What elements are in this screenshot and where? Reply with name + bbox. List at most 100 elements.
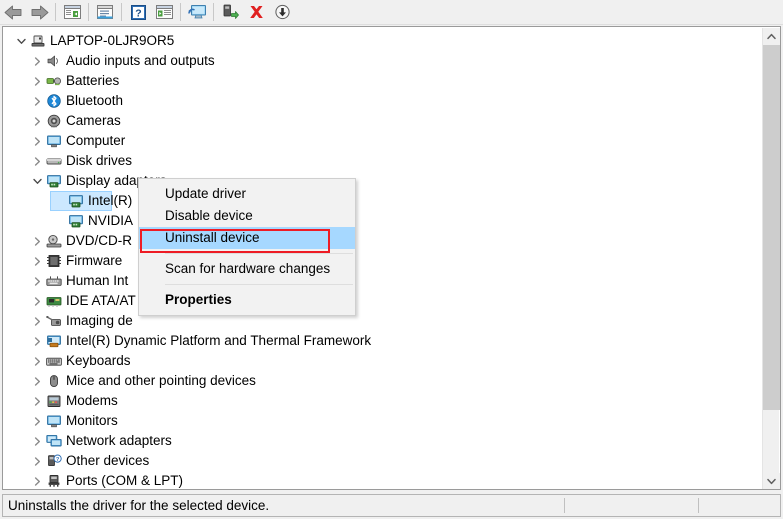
tree-item-root[interactable]: LAPTOP-0LJR9OR5 bbox=[3, 31, 760, 51]
chevron-right-icon[interactable] bbox=[29, 73, 45, 89]
tree-item-ports-com-lpt[interactable]: Ports (COM & LPT) bbox=[3, 471, 760, 489]
back-button[interactable] bbox=[0, 1, 26, 23]
tree-item-label: Ports (COM & LPT) bbox=[66, 473, 184, 488]
arrow-left-icon bbox=[4, 5, 21, 19]
computer-root-icon bbox=[29, 33, 47, 49]
console-tree-icon bbox=[63, 4, 81, 19]
tree-item-label: Bluetooth bbox=[66, 93, 124, 108]
disk-drive-icon bbox=[45, 153, 63, 169]
chevron-right-icon[interactable] bbox=[29, 353, 45, 369]
display-adapter-icon bbox=[67, 193, 85, 209]
tree-item-imaging-de[interactable]: Imaging de bbox=[3, 311, 760, 331]
context-menu[interactable]: Update driver Disable device Uninstall dev… bbox=[138, 178, 356, 316]
toolbar-separator bbox=[180, 3, 181, 21]
chevron-down-icon[interactable] bbox=[13, 33, 29, 49]
chevron-right-icon[interactable] bbox=[29, 413, 45, 429]
tree-item-label: Firmware bbox=[66, 253, 123, 268]
menu-item-disable-device[interactable]: Disable device bbox=[139, 205, 355, 227]
tree-item-ide-ata-at[interactable]: IDE ATA/AT bbox=[3, 291, 760, 311]
toolbar-separator bbox=[121, 3, 122, 21]
chevron-right-icon[interactable] bbox=[29, 293, 45, 309]
uninstall-device-button[interactable] bbox=[243, 1, 269, 23]
tree-item-dvd-cd-r[interactable]: DVD/CD-R bbox=[3, 231, 760, 251]
tree-item-intel-r[interactable]: Intel(R) bbox=[3, 191, 760, 211]
tree-item-network-adapters[interactable]: Network adapters bbox=[3, 431, 760, 451]
status-bar-pane-3 bbox=[698, 498, 780, 513]
tree-item-display-adapters[interactable]: Display adapters bbox=[3, 171, 760, 191]
keyboard-hid-icon bbox=[45, 273, 63, 289]
uninstall-red-x-icon bbox=[249, 6, 263, 18]
tree-item-audio-inputs-and-outputs[interactable]: Audio inputs and outputs bbox=[3, 51, 760, 71]
tree-item-monitors[interactable]: Monitors bbox=[3, 411, 760, 431]
firmware-chip-icon bbox=[45, 253, 63, 269]
ide-controller-icon bbox=[45, 293, 63, 309]
tree-item-other-devices[interactable]: ? Other devices bbox=[3, 451, 760, 471]
tree-item-modems[interactable]: Modems bbox=[3, 391, 760, 411]
vertical-scrollbar[interactable] bbox=[762, 28, 780, 489]
chevron-right-icon[interactable] bbox=[29, 373, 45, 389]
tree-item-nvidia[interactable]: NVIDIA bbox=[3, 211, 760, 231]
tree-item-cameras[interactable]: Cameras bbox=[3, 111, 760, 131]
battery-icon bbox=[45, 73, 63, 89]
enable-device-button[interactable] bbox=[217, 1, 243, 23]
scan-for-hardware-changes-button[interactable] bbox=[151, 1, 177, 23]
svg-text:?: ? bbox=[56, 457, 60, 463]
tree-item-firmware[interactable]: Firmware bbox=[3, 251, 760, 271]
tree-item-batteries[interactable]: Batteries bbox=[3, 71, 760, 91]
chevron-right-icon[interactable] bbox=[29, 253, 45, 269]
chevron-right-icon[interactable] bbox=[29, 473, 45, 489]
tree-item-keyboards[interactable]: Keyboards bbox=[3, 351, 760, 371]
bluetooth-icon bbox=[45, 93, 63, 109]
scroll-down-button[interactable] bbox=[763, 473, 780, 489]
chevron-down-icon[interactable] bbox=[29, 173, 45, 189]
chevron-right-icon[interactable] bbox=[29, 113, 45, 129]
tree-item-disk-drives[interactable]: Disk drives bbox=[3, 151, 760, 171]
port-icon bbox=[45, 473, 63, 489]
tree-item-computer[interactable]: Computer bbox=[3, 131, 760, 151]
toolbar: ? bbox=[0, 0, 783, 25]
tree-item-label: Audio inputs and outputs bbox=[66, 53, 215, 68]
chevron-right-icon[interactable] bbox=[29, 53, 45, 69]
chevron-right-icon[interactable] bbox=[29, 453, 45, 469]
chevron-right-icon[interactable] bbox=[29, 153, 45, 169]
menu-item-update-driver[interactable]: Update driver bbox=[139, 183, 355, 205]
tree-item-label: Intel(R) bbox=[88, 193, 133, 208]
tree-item-bluetooth[interactable]: Bluetooth bbox=[3, 91, 760, 111]
scroll-up-button[interactable] bbox=[763, 28, 780, 45]
tree-item-label: DVD/CD-R bbox=[66, 233, 132, 248]
chevron-right-icon[interactable] bbox=[29, 233, 45, 249]
menu-item-uninstall-device[interactable]: Uninstall device bbox=[139, 227, 355, 249]
context-menu-items: Update driver Disable device Uninstall dev… bbox=[139, 183, 355, 311]
chevron-right-icon[interactable] bbox=[29, 273, 45, 289]
modem-icon bbox=[45, 393, 63, 409]
tree-item-label: Network adapters bbox=[66, 433, 172, 448]
chevron-right-icon[interactable] bbox=[29, 133, 45, 149]
menu-item-properties[interactable]: Properties bbox=[139, 289, 355, 311]
tree-item-human-int[interactable]: Human Int bbox=[3, 271, 760, 291]
chevron-right-icon[interactable] bbox=[29, 333, 45, 349]
tree-item-mice-and-other-pointing-devices[interactable]: Mice and other pointing devices bbox=[3, 371, 760, 391]
tree-item-label: Mice and other pointing devices bbox=[66, 373, 256, 388]
menu-item-scan-for-hardware-changes[interactable]: Scan for hardware changes bbox=[139, 258, 355, 280]
help-button[interactable]: ? bbox=[125, 1, 151, 23]
device-tree[interactable]: LAPTOP-0LJR9OR5 Audio inputs and outputs… bbox=[3, 27, 760, 489]
scrollbar-thumb[interactable] bbox=[763, 45, 780, 410]
disable-device-button[interactable] bbox=[269, 1, 295, 23]
tree-item-label: Monitors bbox=[66, 413, 118, 428]
menu-separator bbox=[165, 284, 353, 285]
properties-button[interactable] bbox=[92, 1, 118, 23]
forward-button[interactable] bbox=[26, 1, 52, 23]
chevron-right-icon[interactable] bbox=[29, 93, 45, 109]
chevron-right-icon[interactable] bbox=[29, 313, 45, 329]
tree-item-intel-r-dynamic-platform-and-thermal-framework[interactable]: Intel(R) Dynamic Platform and Thermal Fr… bbox=[3, 331, 760, 351]
chevron-right-icon[interactable] bbox=[29, 393, 45, 409]
show-hide-console-tree-button[interactable] bbox=[59, 1, 85, 23]
display-adapter-icon bbox=[67, 213, 85, 229]
device-manager-window: ? LAPTOP-0LJR9OR5 Audio inputs and outpu… bbox=[0, 0, 783, 519]
update-driver-button[interactable] bbox=[184, 1, 210, 23]
chevron-right-icon[interactable] bbox=[29, 433, 45, 449]
tree-item-label: IDE ATA/AT bbox=[66, 293, 136, 308]
intel-dptf-icon bbox=[45, 333, 63, 349]
